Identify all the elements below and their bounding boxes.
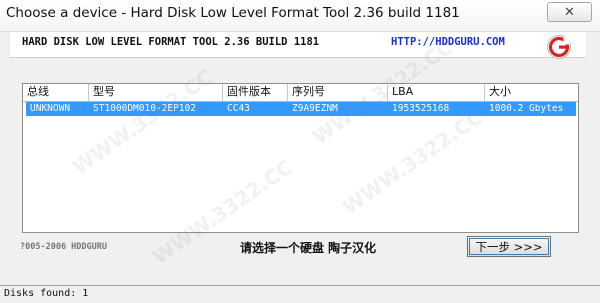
cell-serial: Z9A9EZNM: [292, 103, 338, 114]
column-header-model[interactable]: 型号: [89, 84, 223, 101]
website-link[interactable]: HTTP://HDDGURU.COM: [391, 36, 505, 48]
disks-found-text: Disks found: 1: [4, 288, 89, 299]
close-icon: ✕: [564, 4, 575, 20]
list-header: 总线 型号 固件版本 序列号 LBA 大小: [23, 84, 578, 102]
cell-firmware: CC43: [227, 103, 250, 114]
device-row-selected[interactable]: UNKNOWN ST1000DM010-2EP102 CC43 Z9A9EZNM…: [26, 102, 576, 116]
column-header-bus[interactable]: 总线: [23, 84, 89, 101]
next-button[interactable]: 下一步 >>>: [467, 236, 551, 257]
device-list[interactable]: 总线 型号 固件版本 序列号 LBA 大小 UNKNOWN ST1000DM01…: [22, 83, 579, 233]
instruction-text: 请选择一个硬盘 陶子汉化: [240, 241, 377, 255]
status-bar: Disks found: 1: [0, 285, 600, 303]
cell-bus: UNKNOWN: [30, 103, 71, 114]
cell-size: 1000.2 Gbytes: [489, 103, 564, 114]
cell-lba: 1953525168: [392, 103, 450, 114]
window-title: Choose a device - Hard Disk Low Level Fo…: [6, 5, 460, 21]
copyright-text: ?005-2006 HDDGURU: [20, 242, 107, 252]
column-header-firmware[interactable]: 固件版本: [223, 84, 288, 101]
column-header-serial[interactable]: 序列号: [288, 84, 388, 101]
title-bar[interactable]: Choose a device - Hard Disk Low Level Fo…: [0, 0, 600, 32]
header-banner: HARD DISK LOW LEVEL FORMAT TOOL 2.36 BUI…: [10, 32, 586, 58]
format-tool-window: Choose a device - Hard Disk Low Level Fo…: [0, 0, 600, 303]
cell-model: ST1000DM010-2EP102: [93, 103, 196, 114]
column-header-lba[interactable]: LBA: [388, 84, 485, 101]
close-button[interactable]: ✕: [547, 2, 592, 22]
banner-title: HARD DISK LOW LEVEL FORMAT TOOL 2.36 BUI…: [22, 36, 320, 48]
column-header-size[interactable]: 大小: [485, 84, 578, 101]
hddguru-logo-icon: [547, 35, 571, 59]
